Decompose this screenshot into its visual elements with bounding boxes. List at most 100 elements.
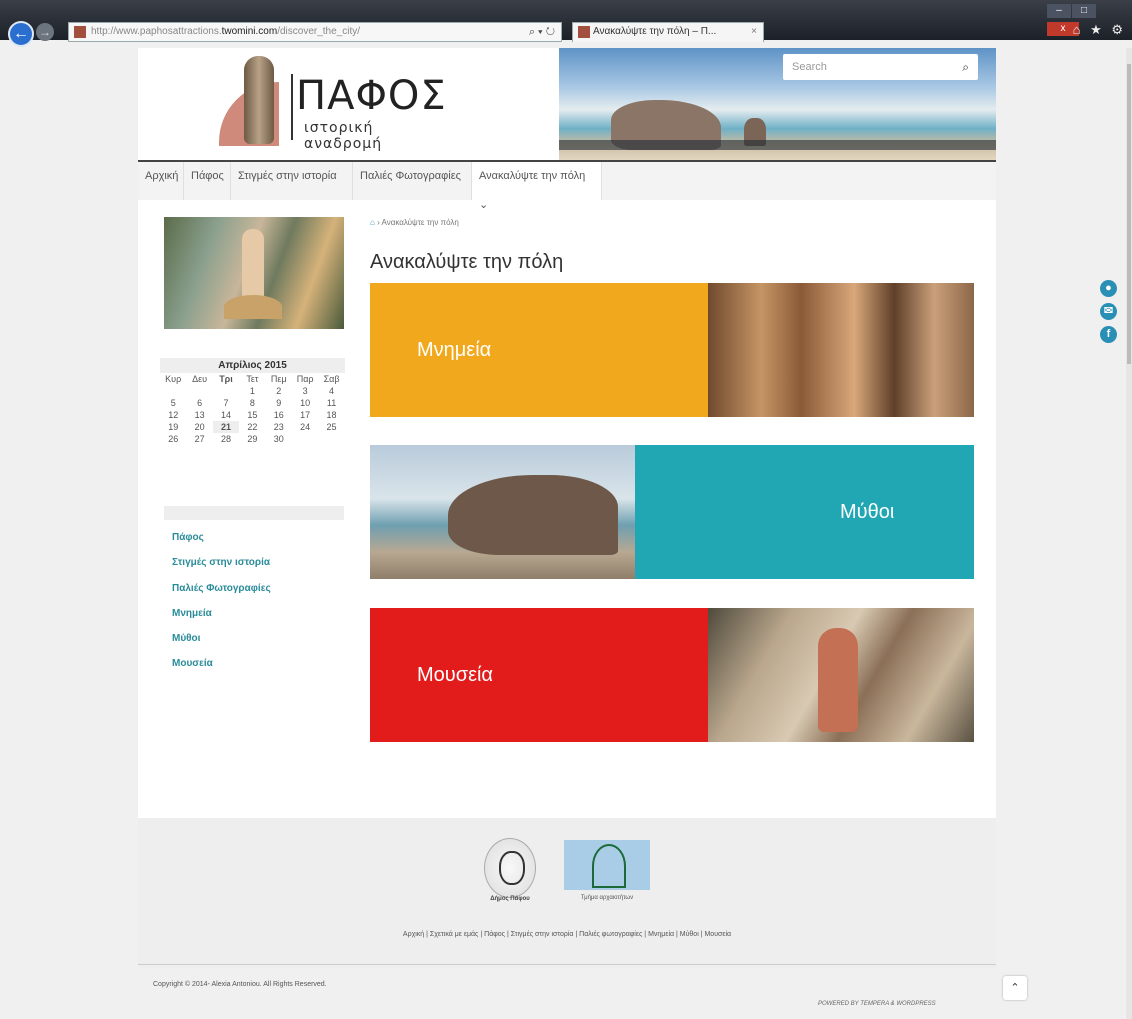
close-tab-icon[interactable]: × [751,23,757,41]
card-myths-label: Μύθοι [840,501,895,523]
footer-divider [138,964,996,965]
calendar-week: 19 20 21 22 23 24 25 [160,421,345,433]
browser-toolbar: – □x ← → http://www.paphosattractions.two… [0,0,1132,47]
calendar-day: 2 [276,386,282,396]
search-icon[interactable]: ⌕ [962,54,969,80]
calendar-day: 20 [194,422,205,432]
calendar-day: 4 [329,386,335,396]
sidebar-link-monuments[interactable]: Μνημεία [172,608,212,619]
emblem-face [499,851,525,885]
site-footer: Δήμος Πάφου Τμήμα αρχαιοτήτων Αρχική | Σ… [138,818,996,968]
logo-divider [291,74,293,140]
breadcrumb-separator: › [377,218,380,227]
logo-title: ΠΑΦΟΣ [296,73,447,119]
calendar-day: 29 [247,434,258,444]
calendar-day: 15 [247,410,258,420]
url-prefix: http://www.paphosattractions. [91,26,222,37]
sidebar-link-museums[interactable]: Μουσεία [172,658,213,669]
weekday: Δευ [192,374,208,384]
sidebar-link-paphos[interactable]: Πάφος [172,532,204,543]
mail-icon[interactable]: ✉ [1100,303,1117,320]
antiquities-mark [592,844,626,888]
calendar-day [318,433,344,445]
sidebar-widget-title [164,506,344,520]
shell-shape [224,295,282,319]
back-button[interactable]: ← [8,21,34,47]
back-to-top-button[interactable]: ⌃ [1003,976,1027,1000]
card-monuments[interactable]: Μνημεία [370,283,974,417]
facebook-icon[interactable]: f [1100,326,1117,343]
museums-image [708,608,974,742]
search-placeholder: Search [792,61,827,73]
calendar-day [213,385,239,397]
nav-item-discover[interactable]: Ανακαλύψτε την πόλη ⌄ [472,162,602,211]
calendar-day: 18 [326,410,337,420]
calendar-day: 16 [273,410,284,420]
address-tools-icon[interactable]: ⌕ ▾ ↻ [529,23,555,41]
footer-links[interactable]: Αρχική | Σχετικά με εμάς | Πάφος | Στιγμ… [138,931,996,938]
calendar-day: 28 [220,434,231,444]
weekday: Σαβ [323,374,340,384]
weekday: Κυρ [165,374,182,384]
calendar-day: 3 [302,386,308,396]
calendar-month: Απρίλιος 2015 [160,358,345,373]
nav-item-old-photos[interactable]: Παλιές Φωτογραφίες [353,162,472,200]
site-logo[interactable]: ΠΑΦΟΣ ιστορική αναδρομή [216,54,456,154]
antiquities-label: Τμήμα αρχαιοτήτων [580,895,634,901]
sidebar-link-old-photos[interactable]: Παλιές Φωτογραφίες [172,583,271,594]
calendar-day: 12 [168,410,179,420]
powered-by-text[interactable]: POWERED BY TEMPERA & WORDPRESS [818,1001,936,1007]
maximize-button[interactable]: □ [1072,4,1096,18]
home-icon[interactable]: ⌂ [370,218,375,227]
calendar-day: 14 [220,410,231,420]
tab-title: Ανακαλύψτε την πόλη – Π... [593,26,717,37]
myths-image [370,445,635,579]
sidebar-hero-image [164,217,344,329]
url-domain: twomini.com [221,26,278,37]
url-path: /discover_the_city/ [277,26,361,37]
petra-rock [448,475,618,555]
card-museums[interactable]: Μουσεία [370,608,974,742]
window-controls: – □x [1046,0,1126,36]
calendar-week: 5 6 7 8 9 10 11 [160,397,345,409]
sidebar-link-history[interactable]: Στιγμές στην ιστορία [172,557,270,568]
calendar-week: 26 27 28 29 30 [160,433,345,445]
home-favorites-settings-icons[interactable]: ⌂ ★ ⚙ [1073,22,1126,38]
copyright-text: Copyright © 2014- Alexia Antoniou. All R… [153,981,327,988]
logo-statue-icon [244,56,274,144]
monuments-image [708,283,974,417]
calendar-day: 24 [300,422,311,432]
nav-item-history[interactable]: Στιγμές στην ιστορία [231,162,353,200]
calendar-day: 11 [326,398,337,408]
browser-tab[interactable]: Ανακαλύψτε την πόλη – Π... × [572,22,764,42]
calendar-day: 30 [273,434,284,444]
nav-item-home[interactable]: Αρχική [138,162,184,200]
breadcrumb-current: Ανακαλύψτε την πόλη [381,218,459,227]
user-icon[interactable]: ● [1100,280,1117,297]
scrollbar-thumb[interactable] [1127,64,1131,364]
antiquities-logo-icon[interactable] [564,840,650,890]
address-bar[interactable]: http://www.paphosattractions.twomini.com… [68,22,562,42]
card-monuments-label: Μνημεία [417,339,492,361]
site-favicon-icon [74,26,86,38]
page-container: ΠΑΦΟΣ ιστορική αναδρομή Search ⌕ Αρχική … [138,48,996,818]
weekday: Τετ [246,374,259,384]
municipality-emblem-icon[interactable] [484,838,536,898]
nav-item-paphos[interactable]: Πάφος [184,162,231,200]
forward-button[interactable]: → [36,23,54,41]
minimize-button[interactable]: – [1047,4,1071,18]
site-header: ΠΑΦΟΣ ιστορική αναδρομή Search ⌕ [138,48,996,160]
header-shore [559,140,996,150]
main-nav: Αρχική Πάφος Στιγμές στην ιστορία Παλιές… [138,160,996,211]
calendar-day: 26 [168,434,179,444]
municipality-label: Δήμος Πάφου [490,896,530,902]
calendar-day [292,433,318,445]
sidebar-link-myths[interactable]: Μύθοι [172,633,200,644]
calendar-day: 9 [276,398,282,408]
search-input[interactable]: Search ⌕ [783,54,978,80]
calendar-day: 21 [212,421,240,433]
calendar-weekdays: Κυρ Δευ Τρι Τετ Πεμ Παρ Σαβ [160,373,345,385]
calendar-day: 10 [300,398,311,408]
calendar-day: 25 [326,422,337,432]
card-myths[interactable]: Μύθοι [370,445,974,579]
